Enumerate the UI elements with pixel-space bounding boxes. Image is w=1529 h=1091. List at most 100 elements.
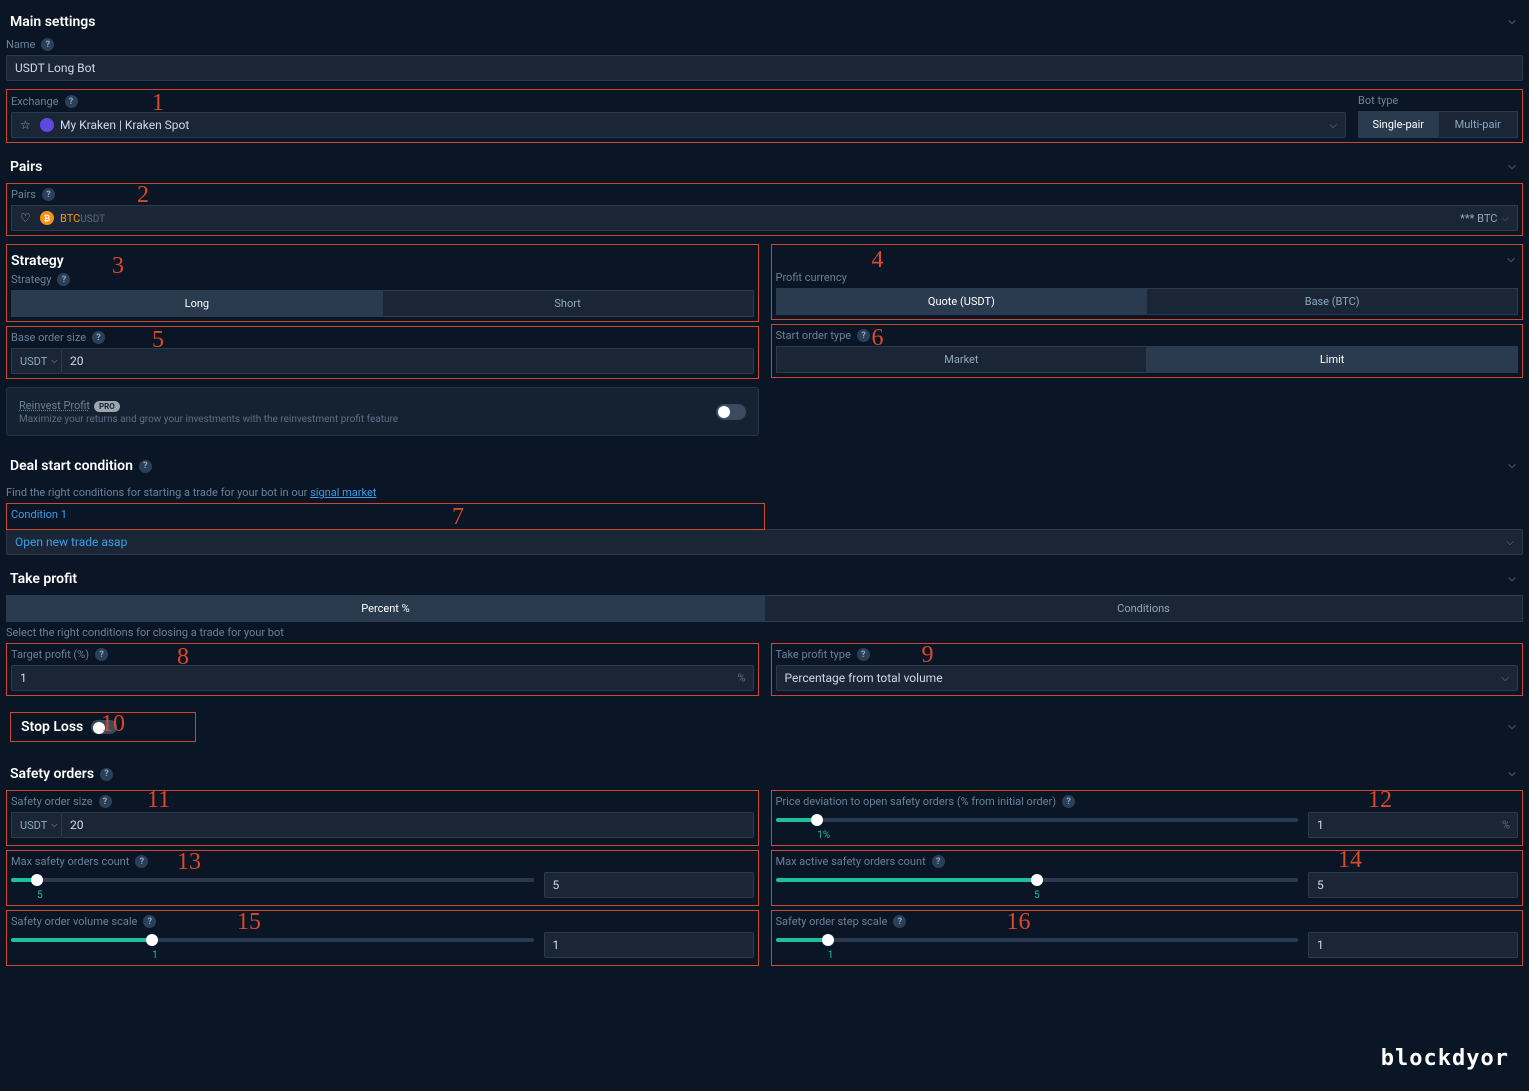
max-count-input[interactable] bbox=[544, 872, 754, 898]
step-scale-display: 1 bbox=[828, 950, 1298, 961]
help-icon[interactable]: ? bbox=[1062, 795, 1075, 808]
reinvest-toggle[interactable] bbox=[716, 404, 746, 420]
max-active-slider[interactable] bbox=[776, 872, 1299, 888]
price-dev-input[interactable] bbox=[1308, 812, 1518, 838]
pairs-title: Pairs bbox=[10, 159, 42, 175]
pairs-dropdown[interactable]: ₿ BTCUSDT *** BTC⌵ bbox=[11, 205, 1518, 231]
help-icon[interactable]: ? bbox=[95, 648, 108, 661]
chevron-down-icon[interactable] bbox=[1505, 459, 1519, 473]
stop-loss-toggle[interactable] bbox=[91, 720, 117, 734]
target-profit-input[interactable] bbox=[11, 665, 754, 691]
reinvest-subtitle: Maximize your returns and grow your inve… bbox=[19, 414, 398, 425]
condition-value: Open new trade asap bbox=[15, 535, 127, 549]
max-count-label: Max safety orders count bbox=[11, 855, 129, 868]
help-icon[interactable]: ? bbox=[143, 915, 156, 928]
take-profit-type-value: Percentage from total volume bbox=[785, 671, 943, 685]
name-input[interactable] bbox=[6, 55, 1523, 81]
percent-tab[interactable]: Percent % bbox=[6, 595, 765, 622]
take-profit-section: Take profit Percent % Conditions Select … bbox=[6, 563, 1523, 696]
kraken-icon bbox=[40, 118, 54, 132]
strategy-short[interactable]: Short bbox=[383, 290, 754, 317]
strategy-long[interactable]: Long bbox=[11, 290, 383, 317]
help-icon[interactable]: ? bbox=[139, 460, 152, 473]
safety-size-input[interactable] bbox=[61, 812, 754, 838]
take-profit-tabs: Percent % Conditions bbox=[6, 595, 1523, 622]
target-profit-label: Target profit (%) bbox=[11, 648, 89, 661]
help-icon[interactable]: ? bbox=[893, 915, 906, 928]
reinvest-title: Reinvest Profit bbox=[19, 399, 90, 412]
deal-start-title: Deal start condition bbox=[10, 458, 133, 474]
pairs-section: Pairs 2 Pairs ? ₿ BTCUSDT *** BTC⌵ bbox=[6, 151, 1523, 236]
bottype-multi[interactable]: Multi-pair bbox=[1439, 111, 1519, 138]
main-settings-title: Main settings bbox=[10, 14, 95, 30]
deal-start-info: Find the right conditions for starting a… bbox=[6, 482, 1523, 503]
price-dev-slider[interactable] bbox=[776, 812, 1299, 828]
condition-dropdown[interactable]: Open new trade asap ⌵ bbox=[6, 529, 1523, 555]
start-order-limit[interactable]: Limit bbox=[1147, 346, 1518, 373]
strategy-group: Long Short bbox=[11, 290, 754, 317]
profit-quote[interactable]: Quote (USDT) bbox=[776, 288, 1148, 315]
pro-badge: PRO bbox=[94, 401, 120, 412]
price-dev-display: 1% bbox=[817, 830, 1298, 841]
start-order-group: Market Limit bbox=[776, 346, 1519, 373]
bottype-single[interactable]: Single-pair bbox=[1358, 111, 1439, 138]
step-scale-label: Safety order step scale bbox=[776, 915, 888, 928]
pair-symbol: BTCUSDT bbox=[60, 212, 105, 225]
pairs-label: Pairs bbox=[11, 188, 36, 201]
bottype-group: Single-pair Multi-pair bbox=[1358, 111, 1518, 138]
chevron-down-icon[interactable] bbox=[1505, 160, 1519, 174]
help-icon[interactable]: ? bbox=[857, 329, 870, 342]
chevron-down-icon[interactable] bbox=[1505, 720, 1519, 734]
chevron-down-icon[interactable] bbox=[1505, 572, 1519, 586]
help-icon[interactable]: ? bbox=[42, 188, 55, 201]
help-icon[interactable]: ? bbox=[41, 38, 54, 51]
pair-balance: *** BTC bbox=[1460, 212, 1497, 225]
deal-start-section: Deal start condition ? Find the right co… bbox=[6, 450, 1523, 555]
help-icon[interactable]: ? bbox=[92, 331, 105, 344]
exchange-dropdown[interactable]: My Kraken | Kraken Spot ⌵ bbox=[11, 112, 1346, 138]
help-icon[interactable]: ? bbox=[65, 95, 78, 108]
profit-base[interactable]: Base (BTC) bbox=[1147, 288, 1518, 315]
safety-orders-section: Safety orders ? 11 Safety order size ? U… bbox=[6, 758, 1523, 966]
safety-size-currency[interactable]: USDT⌵ bbox=[11, 812, 61, 838]
take-profit-title: Take profit bbox=[10, 571, 77, 587]
step-scale-slider[interactable] bbox=[776, 932, 1299, 948]
percent-suffix: % bbox=[737, 672, 745, 685]
take-profit-type-dropdown[interactable]: Percentage from total volume ⌵ bbox=[776, 665, 1519, 691]
help-icon[interactable]: ? bbox=[99, 795, 112, 808]
max-active-input[interactable] bbox=[1308, 872, 1518, 898]
take-profit-type-label: Take profit type bbox=[776, 648, 851, 661]
exchange-value: My Kraken | Kraken Spot bbox=[60, 118, 189, 132]
profit-currency-label: Profit currency bbox=[776, 271, 847, 284]
condition-label: Condition 1 bbox=[11, 508, 67, 521]
chevron-down-icon: ⌵ bbox=[1501, 673, 1509, 684]
profit-currency-group: Quote (USDT) Base (BTC) bbox=[776, 288, 1519, 315]
chevron-down-icon[interactable] bbox=[1504, 253, 1518, 267]
chevron-down-icon: ⌵ bbox=[1506, 537, 1514, 548]
chevron-down-icon[interactable] bbox=[1505, 767, 1519, 781]
conditions-tab[interactable]: Conditions bbox=[765, 595, 1523, 622]
help-icon[interactable]: ? bbox=[100, 768, 113, 781]
help-icon[interactable]: ? bbox=[857, 648, 870, 661]
take-profit-info: Select the right conditions for closing … bbox=[6, 622, 1523, 643]
strategy-title: Strategy bbox=[11, 253, 64, 269]
step-scale-input[interactable] bbox=[1308, 932, 1518, 958]
max-count-slider[interactable] bbox=[11, 872, 534, 888]
help-icon[interactable]: ? bbox=[57, 273, 70, 286]
strategy-label: Strategy bbox=[11, 273, 51, 286]
help-icon[interactable]: ? bbox=[135, 855, 148, 868]
chevron-down-icon: ⌵ bbox=[1329, 120, 1337, 131]
vol-scale-input[interactable] bbox=[544, 932, 754, 958]
heart-icon[interactable] bbox=[20, 211, 34, 225]
star-icon bbox=[20, 118, 34, 132]
base-order-input[interactable] bbox=[61, 348, 754, 374]
btc-coin-icon: ₿ bbox=[40, 211, 54, 225]
help-icon[interactable]: ? bbox=[932, 855, 945, 868]
chevron-down-icon[interactable] bbox=[1505, 15, 1519, 29]
vol-scale-slider[interactable] bbox=[11, 932, 534, 948]
signal-market-link[interactable]: signal market bbox=[310, 486, 376, 499]
start-order-market[interactable]: Market bbox=[776, 346, 1148, 373]
base-order-currency[interactable]: USDT⌵ bbox=[11, 348, 61, 374]
start-order-label: Start order type bbox=[776, 329, 852, 342]
main-settings-header: Main settings bbox=[6, 6, 1523, 38]
